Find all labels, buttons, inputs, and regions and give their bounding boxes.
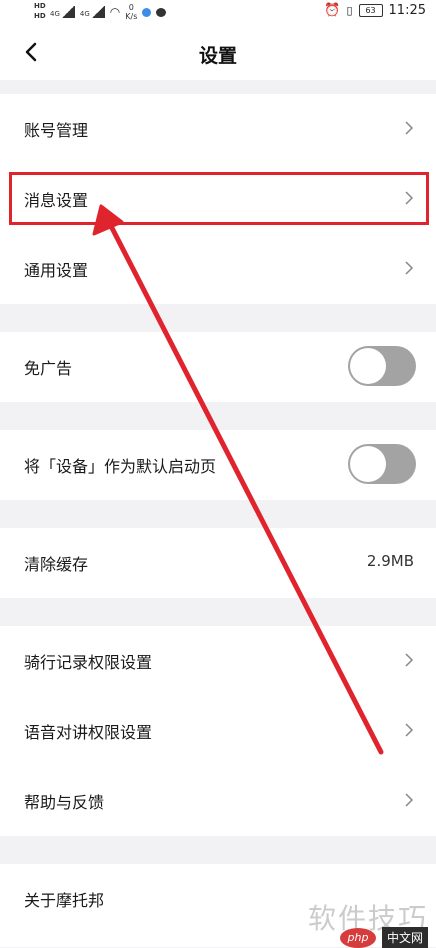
shield-icon xyxy=(142,7,152,17)
device-default-toggle[interactable] xyxy=(348,444,416,484)
signal-icon-1: 4G xyxy=(50,6,75,18)
chevron-right-icon xyxy=(405,653,414,667)
chevron-right-icon xyxy=(405,121,414,135)
row-label: 将「设备」作为默认启动页 xyxy=(24,457,217,476)
hd-indicator: HD HD xyxy=(34,1,46,21)
chevron-right-icon xyxy=(405,261,414,275)
message-bubble-icon xyxy=(156,7,167,17)
highlight-box xyxy=(9,172,429,225)
row-label: 语音对讲权限设置 xyxy=(24,723,153,742)
wifi-icon: ◠ xyxy=(109,5,121,19)
row-device-default-page: 将「设备」作为默认启动页 xyxy=(0,430,436,500)
hd-label-1: HD xyxy=(34,2,46,10)
hd-label-2: HD xyxy=(34,12,46,20)
row-label: 骑行记录权限设置 xyxy=(24,653,153,672)
row-label: 关于摩托邦 xyxy=(24,891,105,910)
row-label: 账号管理 xyxy=(24,121,89,140)
cache-size: 2.9MB xyxy=(366,552,414,570)
row-ad-free: 免广告 xyxy=(0,332,436,402)
battery-icon: 63 xyxy=(358,4,383,17)
ad-free-toggle[interactable] xyxy=(348,346,416,386)
vibrate-icon: ▯ xyxy=(346,4,353,17)
php-logo: php xyxy=(339,927,376,948)
clock: 11:25 xyxy=(388,3,426,18)
alarm-icon: ⏰ xyxy=(324,3,341,18)
row-ride-record-permission[interactable]: 骑行记录权限设置 xyxy=(0,626,436,696)
toggle-knob xyxy=(350,446,386,482)
header: 设置 xyxy=(0,24,436,80)
toggle-knob xyxy=(350,348,386,384)
site-name: 中文网 xyxy=(381,927,428,948)
row-help-feedback[interactable]: 帮助与反馈 xyxy=(0,766,436,836)
row-label: 免广告 xyxy=(24,359,73,378)
chevron-right-icon xyxy=(405,793,414,807)
signal-icon-2: 4G xyxy=(80,6,105,18)
row-label: 通用设置 xyxy=(24,261,89,280)
row-general-settings[interactable]: 通用设置 xyxy=(0,234,436,304)
site-badge: php 中文网 xyxy=(339,927,428,948)
row-clear-cache[interactable]: 清除缓存 2.9MB xyxy=(0,528,436,598)
row-label: 清除缓存 xyxy=(24,555,89,574)
row-label: 帮助与反馈 xyxy=(24,793,105,812)
page-title: 设置 xyxy=(198,45,237,67)
row-account-management[interactable]: 账号管理 xyxy=(0,94,436,164)
status-bar: HD HD 4G 4G ◠ 0 K/s ⏰ ▯ 63 11:25 xyxy=(0,0,436,24)
network-speed: 0 K/s xyxy=(125,3,138,21)
chevron-right-icon xyxy=(405,723,414,737)
row-voice-talk-permission[interactable]: 语音对讲权限设置 xyxy=(0,696,436,766)
